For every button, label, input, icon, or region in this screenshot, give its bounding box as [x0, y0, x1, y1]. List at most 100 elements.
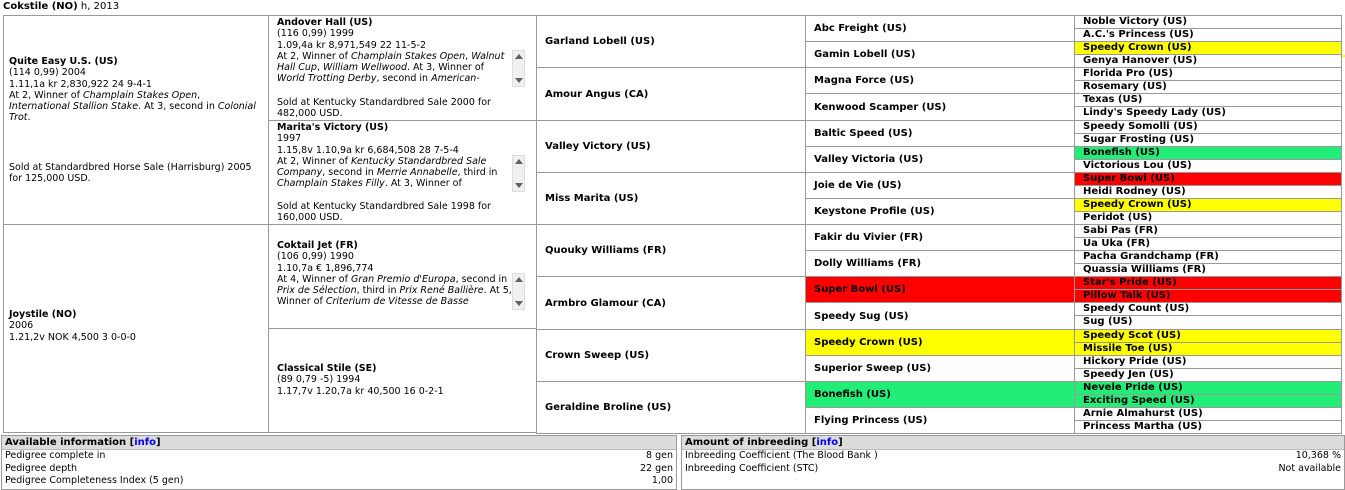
- gen5-horse-name[interactable]: Bonefish (US): [1083, 147, 1160, 158]
- gen4-cell[interactable]: Abc Freight (US): [805, 15, 1075, 42]
- gen3-horse-name[interactable]: Garland Lobell (US): [545, 36, 655, 47]
- gen4-cell[interactable]: Magna Force (US): [805, 67, 1075, 94]
- gen2-andover-hall[interactable]: Andover Hall (US) (116 0,99) 1999 1.09,4…: [268, 15, 537, 121]
- gen5-horse-name[interactable]: Peridot (US): [1083, 212, 1152, 223]
- gen5-horse-name[interactable]: Speedy Somolli (US): [1083, 121, 1198, 132]
- gen5-horse-name[interactable]: Speedy Count (US): [1083, 303, 1189, 314]
- gen5-cell[interactable]: A.C.'s Princess (US): [1074, 28, 1342, 42]
- gen5-horse-name[interactable]: Sug (US): [1083, 316, 1132, 327]
- gen3-cell[interactable]: Armbro Glamour (CA): [536, 276, 806, 330]
- gen5-horse-name[interactable]: Victorious Lou (US): [1083, 160, 1192, 171]
- gen5-horse-name[interactable]: Star's Pride (US): [1083, 277, 1177, 288]
- gen5-horse-name[interactable]: A.C.'s Princess (US): [1083, 29, 1194, 40]
- gen4-cell[interactable]: Superior Sweep (US): [805, 355, 1075, 382]
- gen5-cell[interactable]: Florida Pro (US): [1074, 67, 1342, 81]
- gen5-horse-name[interactable]: Missile Toe (US): [1083, 343, 1173, 354]
- gen4-horse-name[interactable]: Bonefish (US): [814, 389, 891, 400]
- scroll-down-icon[interactable]: [515, 301, 523, 306]
- gen5-cell[interactable]: Sabi Pas (FR): [1074, 224, 1342, 238]
- gen5-cell[interactable]: Rosemary (US): [1074, 80, 1342, 94]
- scroll-up-icon[interactable]: [515, 277, 523, 282]
- gen3-horse-name[interactable]: Quouky Williams (FR): [545, 245, 666, 256]
- gen4-cell[interactable]: Fakir du Vivier (FR): [805, 224, 1075, 251]
- gen5-horse-name[interactable]: Noble Victory (US): [1083, 16, 1187, 27]
- gen4-horse-name[interactable]: Flying Princess (US): [814, 415, 927, 426]
- gen5-horse-name[interactable]: Arnie Almahurst (US): [1083, 408, 1203, 419]
- gen5-horse-name[interactable]: Speedy Crown (US): [1083, 42, 1192, 53]
- gen3-horse-name[interactable]: Crown Sweep (US): [545, 350, 649, 361]
- gen4-horse-name[interactable]: Super Bowl (US): [814, 284, 906, 295]
- gen5-horse-name[interactable]: Ua Uka (FR): [1083, 238, 1150, 249]
- gen5-cell[interactable]: Lindy's Speedy Lady (US): [1074, 106, 1342, 121]
- gen5-horse-name[interactable]: Pacha Grandchamp (FR): [1083, 251, 1219, 262]
- gen2-classical-stile[interactable]: Classical Stile (SE) (89 0,79 -5) 1994 1…: [268, 328, 537, 433]
- gen5-cell[interactable]: Exciting Speed (US): [1074, 394, 1342, 408]
- gen4-horse-name[interactable]: Speedy Crown (US): [814, 337, 923, 348]
- gen3-horse-name[interactable]: Miss Marita (US): [545, 193, 638, 204]
- gen5-horse-name[interactable]: Sugar Frosting (US): [1083, 134, 1194, 145]
- gen4-cell[interactable]: Speedy Sug (US): [805, 302, 1075, 330]
- gen2-coktail-jet[interactable]: Coktail Jet (FR) (106 0,99) 1990 1.10,7a…: [268, 224, 537, 329]
- gen4-cell[interactable]: Baltic Speed (US): [805, 120, 1075, 147]
- gen5-cell[interactable]: Sug (US): [1074, 315, 1342, 330]
- gen5-horse-name[interactable]: Genya Hanover (US): [1083, 55, 1197, 66]
- gen3-cell[interactable]: Geraldine Broline (US): [536, 381, 806, 434]
- gen4-horse-name[interactable]: Gamin Lobell (US): [814, 49, 915, 60]
- gen5-cell[interactable]: Speedy Scot (US): [1074, 329, 1342, 343]
- gen5-cell[interactable]: Pillow Talk (US): [1074, 289, 1342, 303]
- gen3-horse-name[interactable]: Geraldine Broline (US): [545, 402, 671, 413]
- gen3-horse-name[interactable]: Armbro Glamour (CA): [545, 298, 666, 309]
- gen5-horse-name[interactable]: Exciting Speed (US): [1083, 395, 1195, 406]
- gen5-cell[interactable]: Speedy Crown (US): [1074, 198, 1342, 212]
- gen4-horse-name[interactable]: Keystone Profile (US): [814, 206, 935, 217]
- gen3-cell[interactable]: Amour Angus (CA): [536, 67, 806, 121]
- gen4-cell[interactable]: Bonefish (US): [805, 381, 1075, 408]
- gen5-cell[interactable]: Genya Hanover (US): [1074, 54, 1342, 68]
- gen4-cell[interactable]: Valley Victoria (US): [805, 146, 1075, 173]
- gen5-cell[interactable]: Arnie Almahurst (US): [1074, 407, 1342, 421]
- gen3-cell[interactable]: Miss Marita (US): [536, 172, 806, 225]
- gen2-name[interactable]: Andover Hall (US): [277, 17, 512, 28]
- gen1-sire[interactable]: Quite Easy U.S. (US) (114 0,99) 2004 1.1…: [3, 15, 269, 225]
- gen5-horse-name[interactable]: Super Bowl (US): [1083, 173, 1175, 184]
- dam-name[interactable]: Joystile (NO): [9, 309, 263, 320]
- scroll-up-icon[interactable]: [515, 54, 523, 59]
- gen5-cell[interactable]: Super Bowl (US): [1074, 172, 1342, 186]
- gen5-horse-name[interactable]: Princess Martha (US): [1083, 421, 1202, 432]
- gen5-cell[interactable]: Pacha Grandchamp (FR): [1074, 250, 1342, 264]
- gen5-horse-name[interactable]: Heidi Rodney (US): [1083, 186, 1186, 197]
- gen5-cell[interactable]: Quassia Williams (FR): [1074, 263, 1342, 277]
- gen4-horse-name[interactable]: Abc Freight (US): [814, 23, 907, 34]
- scroll-up-icon[interactable]: [515, 159, 523, 164]
- gen5-cell[interactable]: Speedy Jen (US): [1074, 368, 1342, 382]
- scroll-down-icon[interactable]: [515, 78, 523, 83]
- gen5-horse-name[interactable]: Speedy Scot (US): [1083, 330, 1181, 341]
- gen4-horse-name[interactable]: Kenwood Scamper (US): [814, 102, 946, 113]
- gen3-horse-name[interactable]: Valley Victory (US): [545, 141, 651, 152]
- scroll-down-icon[interactable]: [515, 183, 523, 188]
- gen5-cell[interactable]: Speedy Count (US): [1074, 302, 1342, 316]
- gen4-cell[interactable]: Joie de Vie (US): [805, 172, 1075, 199]
- gen4-horse-name[interactable]: Magna Force (US): [814, 75, 914, 86]
- gen5-horse-name[interactable]: Texas (US): [1083, 94, 1142, 105]
- gen4-cell[interactable]: Speedy Crown (US): [805, 329, 1075, 356]
- gen3-horse-name[interactable]: Amour Angus (CA): [545, 89, 648, 100]
- gen4-horse-name[interactable]: Valley Victoria (US): [814, 154, 923, 165]
- notes-scrollbar[interactable]: [512, 155, 525, 192]
- gen5-horse-name[interactable]: Rosemary (US): [1083, 81, 1167, 92]
- gen5-horse-name[interactable]: Quassia Williams (FR): [1083, 264, 1206, 275]
- gen3-cell[interactable]: Valley Victory (US): [536, 120, 806, 173]
- gen4-cell[interactable]: Gamin Lobell (US): [805, 41, 1075, 68]
- gen5-cell[interactable]: Bonefish (US): [1074, 146, 1342, 160]
- gen5-cell[interactable]: Speedy Somolli (US): [1074, 120, 1342, 134]
- gen5-cell[interactable]: Star's Pride (US): [1074, 276, 1342, 290]
- notes-scrollbar[interactable]: [512, 273, 525, 310]
- gen5-cell[interactable]: Sugar Frosting (US): [1074, 133, 1342, 147]
- gen4-cell[interactable]: Kenwood Scamper (US): [805, 93, 1075, 121]
- gen5-horse-name[interactable]: Sabi Pas (FR): [1083, 225, 1158, 236]
- gen5-cell[interactable]: Noble Victory (US): [1074, 15, 1342, 29]
- gen2-name[interactable]: Classical Stile (SE): [277, 363, 528, 374]
- gen5-horse-name[interactable]: Speedy Crown (US): [1083, 199, 1192, 210]
- gen5-cell[interactable]: Princess Martha (US): [1074, 420, 1342, 434]
- gen3-cell[interactable]: Garland Lobell (US): [536, 15, 806, 68]
